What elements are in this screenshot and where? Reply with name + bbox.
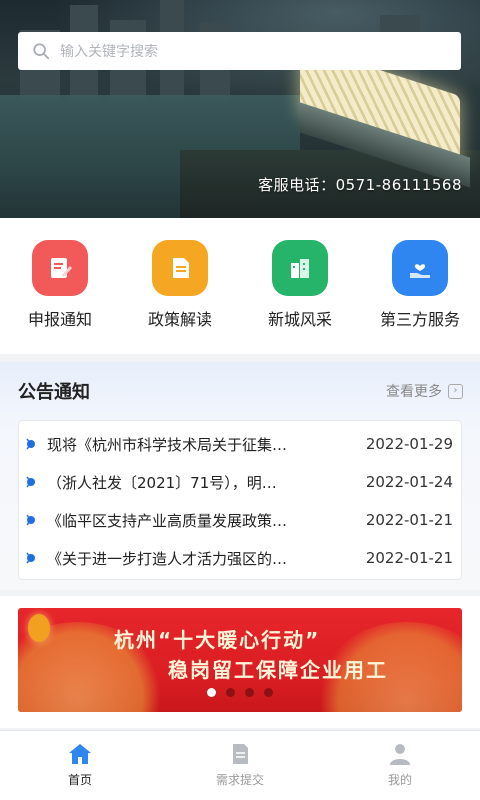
lantern-icon	[28, 614, 50, 642]
menu-item-label: 第三方服务	[379, 310, 460, 329]
tab-submit-request[interactable]: 需求提交	[180, 731, 300, 800]
menu-item-declaration-notice[interactable]: 申报通知	[5, 240, 115, 354]
notice-date: 2022-01-21	[365, 549, 453, 567]
tab-label: 需求提交	[215, 773, 264, 787]
list-item[interactable]: 《临平区支持产业高质量发展政策… 2022-01-21	[19, 501, 461, 539]
notice-title: （浙人社发〔2021〕71号），明…	[47, 473, 277, 492]
banner-subheadline: 稳岗留工保障企业用工	[168, 658, 388, 682]
notice-title: 现将《杭州市科学技术局关于征集…	[47, 435, 288, 454]
tab-mine[interactable]: 我的	[340, 731, 460, 800]
carousel-dot[interactable]	[207, 688, 216, 697]
bullet-icon	[26, 476, 35, 488]
list-item[interactable]: （浙人社发〔2021〕71号），明… 2022-01-24	[19, 463, 461, 501]
notice-list: 现将《杭州市科学技术局关于征集… 2022-01-29 （浙人社发〔2021〕7…	[18, 420, 462, 580]
menu-item-label: 政策解读	[147, 310, 212, 329]
menu-item-label: 申报通知	[27, 310, 92, 329]
home-icon	[69, 744, 91, 764]
menu-item-policy-interpretation[interactable]: 政策解读	[125, 240, 235, 354]
bottom-tab-bar: 首页 需求提交 我的	[0, 730, 480, 800]
notice-title: 《关于进一步打造人才活力强区的…	[47, 549, 288, 568]
notice-date: 2022-01-21	[365, 511, 453, 529]
user-icon	[390, 744, 410, 765]
tab-label: 我的	[387, 773, 412, 787]
notice-edit-icon	[32, 240, 88, 296]
heart-hand-icon	[392, 240, 448, 296]
carousel-dot[interactable]	[264, 688, 273, 697]
notice-date: 2022-01-24	[365, 473, 453, 491]
notice-date: 2022-01-29	[365, 435, 453, 453]
search-input[interactable]: 输入关键字搜索	[18, 32, 461, 70]
notice-title: 《临平区支持产业高质量发展政策…	[47, 511, 288, 530]
bullet-icon	[26, 514, 35, 526]
search-placeholder: 输入关键字搜索	[60, 44, 158, 60]
search-icon	[33, 43, 50, 60]
promo-banner-section: 杭州“十大暖心行动” 稳岗留工保障企业用工	[0, 596, 480, 728]
document-icon	[152, 240, 208, 296]
notice-section: 公告通知 查看更多 › 现将《杭州市科学技术局关于征集… 2022-01-29 …	[0, 362, 480, 590]
bullet-icon	[26, 438, 35, 450]
carousel-dot[interactable]	[245, 688, 254, 697]
view-more-label: 查看更多	[386, 384, 442, 400]
carousel-dot[interactable]	[226, 688, 235, 697]
menu-item-new-city-style[interactable]: 新城风采	[245, 240, 355, 354]
list-item[interactable]: 《关于进一步打造人才活力强区的… 2022-01-21	[19, 539, 461, 577]
quick-menu: 申报通知 政策解读 新城风采 第三方服务	[0, 218, 480, 354]
form-icon	[233, 744, 248, 764]
tab-home[interactable]: 首页	[20, 731, 140, 800]
menu-item-label: 新城风采	[267, 310, 332, 329]
banner-headline: 杭州“十大暖心行动”	[114, 628, 321, 652]
menu-item-third-party-service[interactable]: 第三方服务	[365, 240, 475, 354]
carousel-indicator	[18, 688, 462, 697]
promo-banner[interactable]: 杭州“十大暖心行动” 稳岗留工保障企业用工	[18, 608, 462, 712]
notice-header: 公告通知 查看更多 ›	[18, 376, 463, 406]
list-item[interactable]: 现将《杭州市科学技术局关于征集… 2022-01-29	[19, 425, 461, 463]
hotline-text: 客服电话：0571-86111568	[258, 176, 462, 194]
section-title: 公告通知	[18, 382, 90, 403]
tab-label: 首页	[67, 773, 92, 787]
buildings-icon	[272, 240, 328, 296]
chevron-right-icon: ›	[448, 383, 463, 399]
view-more-link[interactable]: 查看更多 ›	[386, 381, 463, 401]
bullet-icon	[26, 552, 35, 564]
